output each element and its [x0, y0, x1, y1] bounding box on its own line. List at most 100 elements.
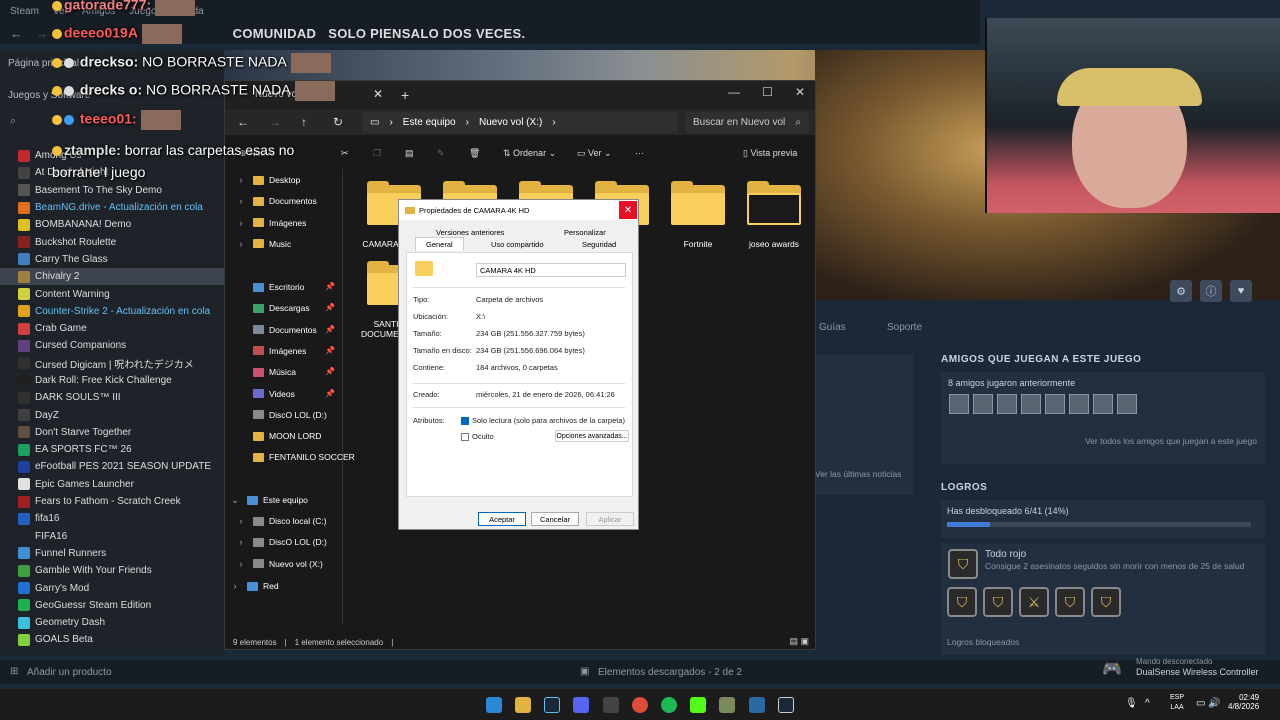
preview-button[interactable]: ▯ Vista previa [743, 148, 797, 159]
cut-icon[interactable]: ✂ [341, 148, 349, 159]
chevron-icon[interactable]: › [235, 218, 247, 228]
nav-item[interactable]: Imágenes [225, 341, 306, 361]
game-list-item[interactable]: Basement To The Sky Demo [0, 182, 224, 199]
sort-button[interactable]: ⇅ Ordenar ⌄ [503, 148, 556, 159]
paste-icon[interactable]: ▤ [405, 148, 414, 159]
nav-item[interactable]: › DiscO LOL (D:) [225, 532, 327, 552]
achievement-icon[interactable]: ⛉ [983, 587, 1013, 617]
avatar[interactable] [1045, 394, 1065, 414]
news-link[interactable]: Ver las últimas noticias [815, 469, 901, 479]
shield-icon[interactable]: ⛉ [948, 549, 978, 579]
avatar[interactable] [997, 394, 1017, 414]
game-list-item[interactable]: Cursed Digicam | 呪われたデジカメ [0, 355, 224, 372]
steam-menu-steam[interactable]: Steam [10, 6, 39, 17]
avatar[interactable] [1069, 394, 1089, 414]
steam-icon[interactable] [544, 697, 560, 713]
checkbox-checked-icon[interactable] [461, 417, 469, 426]
folder-name-input[interactable]: CAMARA 4K HD [476, 263, 626, 277]
tab-personalizar[interactable]: Personalizar [564, 228, 606, 237]
spotify-icon[interactable] [661, 697, 677, 713]
pin-icon[interactable]: 📌 [325, 346, 335, 355]
file-explorer-icon[interactable] [515, 697, 531, 713]
hidden-checkbox[interactable]: Oculto [461, 432, 494, 442]
game-list-item[interactable]: Crab Game [0, 320, 224, 337]
chevron-icon[interactable]: › [235, 196, 247, 206]
pin-icon[interactable]: 📌 [325, 303, 335, 312]
checkbox-icon[interactable] [461, 433, 469, 442]
tab-soporte[interactable]: Soporte [887, 322, 922, 333]
nav-username[interactable]: SOLO PIENSALO DOS VECES. [328, 26, 525, 41]
nav-item[interactable]: Música [225, 362, 296, 382]
nav-item[interactable]: Escritorio [225, 277, 304, 297]
language-indicator[interactable]: ESP LAA [1170, 693, 1184, 713]
minecraft-icon[interactable] [719, 697, 735, 713]
apply-button[interactable]: Aplicar [586, 512, 634, 526]
achievement-icon[interactable]: ⛉ [947, 587, 977, 617]
copy-icon[interactable]: ❐ [373, 148, 381, 159]
steam-icon[interactable] [778, 697, 794, 713]
nav-item[interactable]: › Red [225, 576, 279, 596]
delete-icon[interactable]: 🗑 [469, 148, 480, 159]
chevron-icon[interactable]: › [229, 581, 241, 591]
gear-icon[interactable]: ⚙ [1170, 280, 1192, 302]
cancel-button[interactable]: Cancelar [531, 512, 579, 526]
tab-uso-compartido[interactable]: Uso compartido [491, 240, 544, 249]
chevron-icon[interactable]: › [235, 559, 247, 569]
new-tab-icon[interactable]: + [401, 87, 409, 103]
game-list-item[interactable]: BOMBANANA! Demo [0, 216, 224, 233]
folder-label[interactable]: joseo awards [736, 239, 812, 249]
more-icon[interactable]: ··· [635, 148, 644, 158]
achievement-icon[interactable]: ⛉ [1055, 587, 1085, 617]
game-list-item[interactable]: FIFA16 [0, 528, 224, 545]
avatar[interactable] [1021, 394, 1041, 414]
game-list-item[interactable]: Don't Starve Together [0, 424, 224, 441]
chevron-icon[interactable]: › [235, 516, 247, 526]
pin-icon[interactable]: 📌 [325, 367, 335, 376]
chrome-icon[interactable] [632, 697, 648, 713]
view-toggle-icon[interactable]: ▤ ▣ [789, 636, 809, 647]
chevron-icon[interactable]: ⌄ [229, 495, 241, 506]
game-list-item[interactable]: Content Warning [0, 285, 224, 302]
game-list-item[interactable]: DARK SOULS™ III [0, 389, 224, 406]
forward-arrow-icon[interactable]: → [269, 115, 281, 129]
minimize-icon[interactable]: — [728, 85, 740, 99]
close-tab-icon[interactable]: ✕ [373, 87, 383, 101]
system-clock[interactable]: 02:49 4/8/2026 [1228, 693, 1259, 711]
game-list-item[interactable]: Dark Roll: Free Kick Challenge [0, 372, 224, 389]
achievement-icon[interactable]: ⛉ [1091, 587, 1121, 617]
nav-comunidad[interactable]: COMUNIDAD [233, 26, 317, 41]
folder-label[interactable]: Fortnite [660, 239, 736, 249]
chevron-icon[interactable]: › [235, 537, 247, 547]
game-list-item[interactable]: eFootball PES 2021 SEASON UPDATE [0, 458, 224, 475]
info-icon[interactable]: ⓘ [1200, 280, 1222, 302]
chevron-icon[interactable]: › [235, 239, 247, 249]
game-list-item[interactable]: Gamble With Your Friends [0, 562, 224, 579]
pin-icon[interactable]: 📌 [325, 389, 335, 398]
tab-versiones[interactable]: Versiones anteriores [436, 228, 504, 237]
game-list-item[interactable]: GOALS Beta [0, 631, 224, 648]
game-list-item[interactable]: Funnel Runners [0, 545, 224, 562]
nav-item[interactable]: › Nuevo vol (X:) [225, 554, 323, 574]
game-list-item[interactable]: EA SPORTS FC™ 26 [0, 441, 224, 458]
nav-item[interactable]: Videos [225, 384, 295, 404]
cursor-icon[interactable] [749, 697, 765, 713]
obs-icon[interactable] [603, 697, 619, 713]
address-bar[interactable]: ▭ › Este equipo › Nuevo vol (X:) › [362, 112, 678, 133]
avatar[interactable] [949, 394, 969, 414]
discord-icon[interactable] [573, 697, 589, 713]
tab-guias[interactable]: Guías [819, 322, 846, 333]
nav-item[interactable]: Documentos [225, 320, 317, 340]
folder-icon[interactable] [669, 181, 727, 225]
game-list-item[interactable]: Fears to Fathom - Scratch Creek [0, 493, 224, 510]
friends-link[interactable]: Ver todos los amigos que juegan a este j… [1085, 436, 1257, 446]
kick-icon[interactable] [690, 697, 706, 713]
advanced-button[interactable]: Opciones avanzadas... [555, 430, 629, 442]
pin-icon[interactable]: 📌 [325, 282, 335, 291]
back-arrow-icon[interactable]: ← [237, 115, 249, 129]
close-icon[interactable]: ✕ [619, 201, 637, 219]
pin-icon[interactable]: 📌 [325, 325, 335, 334]
view-button[interactable]: ▭ Ver ⌄ [577, 148, 612, 159]
nav-item[interactable]: DiscO LOL (D:) [225, 405, 327, 425]
news-card[interactable]: Ver las últimas noticias [815, 355, 913, 495]
game-list-item[interactable]: BeamNG.drive - Actualización en cola [0, 199, 224, 216]
